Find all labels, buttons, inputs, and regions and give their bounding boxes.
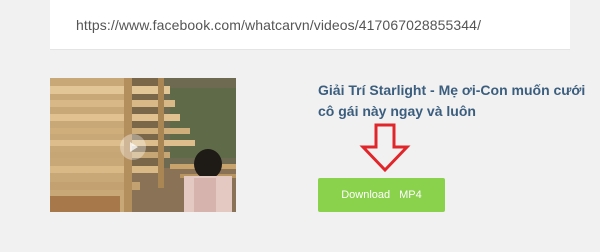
url-input-box[interactable]: https://www.facebook.com/whatcarvn/video… xyxy=(50,0,570,50)
arrow-down-icon xyxy=(359,123,411,173)
video-title: Giải Trí Starlight - Mẹ ơi-Con muốn cưới… xyxy=(318,82,586,119)
download-button-label: Download xyxy=(341,189,391,201)
play-icon[interactable] xyxy=(120,134,146,160)
url-input-text[interactable]: https://www.facebook.com/whatcarvn/video… xyxy=(76,17,481,33)
video-thumbnail[interactable] xyxy=(50,78,236,212)
download-mp4-button[interactable]: Download MP4 xyxy=(318,178,445,212)
video-downloader-page: https://www.facebook.com/whatcarvn/video… xyxy=(0,0,600,252)
download-format-label: MP4 xyxy=(399,189,422,201)
